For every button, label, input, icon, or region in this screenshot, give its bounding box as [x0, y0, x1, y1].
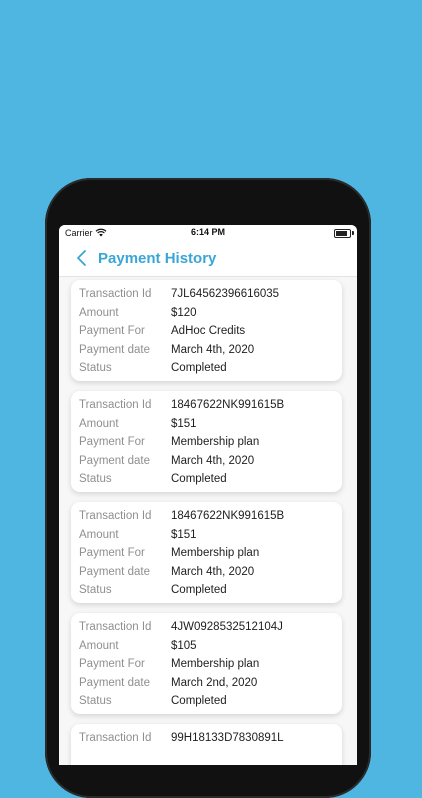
transaction-card: Transaction Id 99H18133D7830891L: [71, 724, 342, 765]
status-bar: Carrier 6:14 PM: [59, 225, 357, 240]
amount-value: $151: [171, 528, 197, 541]
row-payment-date: Payment date March 2nd, 2020: [79, 677, 334, 695]
transaction-id-label: Transaction Id: [79, 732, 152, 744]
row-status: Status Completed: [79, 695, 334, 713]
row-payment-date: Payment date March 4th, 2020: [79, 566, 334, 584]
clock: 6:14 PM: [190, 227, 225, 237]
payment-date-label: Payment date: [79, 343, 150, 356]
transaction-id-label: Transaction Id: [79, 288, 152, 300]
payment-date-value: March 2nd, 2020: [171, 676, 258, 689]
status-value: Completed: [171, 473, 227, 486]
status-value: Completed: [171, 362, 227, 375]
battery-tip: [352, 231, 354, 235]
transaction-id-value: 18467622NK991615B: [171, 510, 285, 522]
row-payment-for: Payment For Membership plan: [79, 658, 334, 676]
payment-for-label: Payment For: [79, 325, 145, 338]
payment-date-value: March 4th, 2020: [171, 454, 255, 467]
status-value: Completed: [171, 695, 227, 708]
transaction-card: Transaction Id 18467622NK991615B Amount $15…: [71, 502, 342, 603]
payment-date-label: Payment date: [79, 454, 150, 467]
row-amount: Amount $120: [79, 307, 334, 325]
amount-label: Amount: [79, 639, 119, 652]
status-label: Status: [79, 584, 112, 597]
transaction-id-label: Transaction Id: [79, 621, 152, 633]
amount-label: Amount: [79, 306, 119, 319]
row-transaction-id: Transaction Id 7JL64562396616035: [79, 288, 334, 306]
nav-header: Payment History: [59, 240, 357, 277]
amount-value: $105: [171, 639, 197, 652]
row-payment-for: Payment For Membership plan: [79, 547, 334, 565]
payment-date-value: March 4th, 2020: [171, 565, 255, 578]
payment-for-label: Payment For: [79, 436, 145, 449]
status-label: Status: [79, 695, 112, 708]
row-status: Status Completed: [79, 473, 334, 491]
payment-date-value: March 4th, 2020: [171, 343, 255, 356]
payment-for-value: Membership plan: [171, 658, 260, 671]
status-value: Completed: [171, 584, 227, 597]
transaction-card: Transaction Id 4JW0928532512104J Amount $10…: [71, 613, 342, 714]
transaction-card: Transaction Id 7JL64562396616035 Amount $12…: [71, 280, 342, 381]
row-payment-date: Payment date March 4th, 2020: [79, 344, 334, 362]
transaction-card: Transaction Id 18467622NK991615B Amount $15…: [71, 391, 342, 492]
row-payment-for: Payment For Membership plan: [79, 436, 334, 454]
row-payment-date: Payment date March 4th, 2020: [79, 455, 334, 473]
battery-icon: [334, 229, 351, 238]
payment-for-value: AdHoc Credits: [171, 325, 246, 338]
transaction-id-value: 18467622NK991615B: [171, 399, 285, 411]
page-title: Payment History: [98, 250, 217, 267]
row-amount: Amount $151: [79, 529, 334, 547]
row-status: Status Completed: [79, 362, 334, 380]
transaction-id-value: 4JW0928532512104J: [171, 621, 283, 633]
row-transaction-id: Transaction Id 18467622NK991615B: [79, 399, 334, 417]
row-transaction-id: Transaction Id 99H18133D7830891L: [79, 732, 334, 750]
payment-for-label: Payment For: [79, 658, 145, 671]
row-payment-for: Payment For AdHoc Credits: [79, 325, 334, 343]
app-screen: Carrier 6:14 PM Payment History Transact…: [59, 225, 357, 765]
status-label: Status: [79, 362, 112, 375]
amount-label: Amount: [79, 417, 119, 430]
payment-date-label: Payment date: [79, 676, 150, 689]
payment-for-label: Payment For: [79, 547, 145, 560]
row-amount: Amount $151: [79, 418, 334, 436]
transaction-id-label: Transaction Id: [79, 399, 152, 411]
transaction-id-label: Transaction Id: [79, 510, 152, 522]
row-transaction-id: Transaction Id 18467622NK991615B: [79, 510, 334, 528]
transaction-id-value: 99H18133D7830891L: [171, 732, 284, 744]
amount-value: $151: [171, 417, 197, 430]
row-transaction-id: Transaction Id 4JW0928532512104J: [79, 621, 334, 639]
transaction-id-value: 7JL64562396616035: [171, 288, 280, 300]
status-label: Status: [79, 473, 112, 486]
payment-for-value: Membership plan: [171, 436, 260, 449]
row-status: Status Completed: [79, 584, 334, 602]
row-amount: Amount $105: [79, 640, 334, 658]
payment-for-value: Membership plan: [171, 547, 260, 560]
payment-date-label: Payment date: [79, 565, 150, 578]
chevron-left-icon[interactable]: [73, 249, 91, 267]
amount-value: $120: [171, 306, 197, 319]
amount-label: Amount: [79, 528, 119, 541]
